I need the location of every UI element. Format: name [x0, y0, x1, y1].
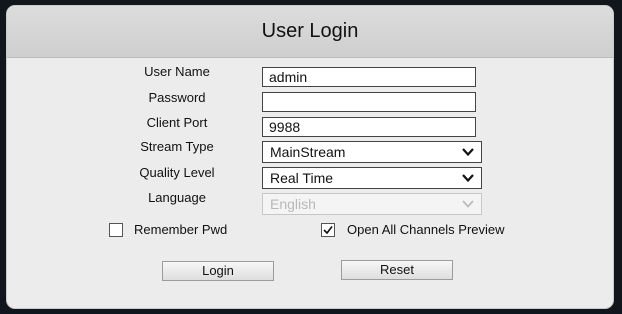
- stream-type-value: MainStream: [270, 144, 346, 160]
- quality-level-label: Quality Level: [139, 165, 215, 180]
- chevron-down-icon: [462, 200, 474, 208]
- client-port-label: Client Port: [146, 115, 208, 130]
- user-name-label: User Name: [144, 64, 210, 79]
- user-name-input[interactable]: [262, 67, 476, 87]
- remember-pwd-checkbox[interactable]: [109, 223, 123, 237]
- remember-pwd-label[interactable]: Remember Pwd: [134, 222, 227, 237]
- password-label: Password: [148, 90, 206, 105]
- login-button[interactable]: Login: [162, 261, 274, 281]
- quality-level-value: Real Time: [270, 170, 334, 186]
- checkmark-icon: [323, 226, 333, 235]
- stream-type-label: Stream Type: [140, 139, 214, 154]
- stream-type-select[interactable]: MainStream: [262, 141, 482, 163]
- reset-button[interactable]: Reset: [341, 260, 453, 280]
- chevron-down-icon: [462, 174, 474, 183]
- language-select[interactable]: English: [262, 193, 482, 215]
- dialog-title: User Login: [261, 20, 359, 42]
- client-port-input[interactable]: [262, 117, 476, 137]
- language-label: Language: [148, 190, 206, 205]
- password-input[interactable]: [262, 92, 476, 112]
- open-all-channels-preview-label[interactable]: Open All Channels Preview: [347, 222, 505, 237]
- quality-level-select[interactable]: Real Time: [262, 167, 482, 189]
- dialog-header: User Login: [7, 6, 613, 58]
- login-dialog: User Login User Name Password Client Por…: [6, 5, 614, 309]
- chevron-down-icon: [462, 148, 474, 157]
- open-all-channels-preview-checkbox[interactable]: [321, 223, 335, 237]
- language-value: English: [270, 196, 316, 212]
